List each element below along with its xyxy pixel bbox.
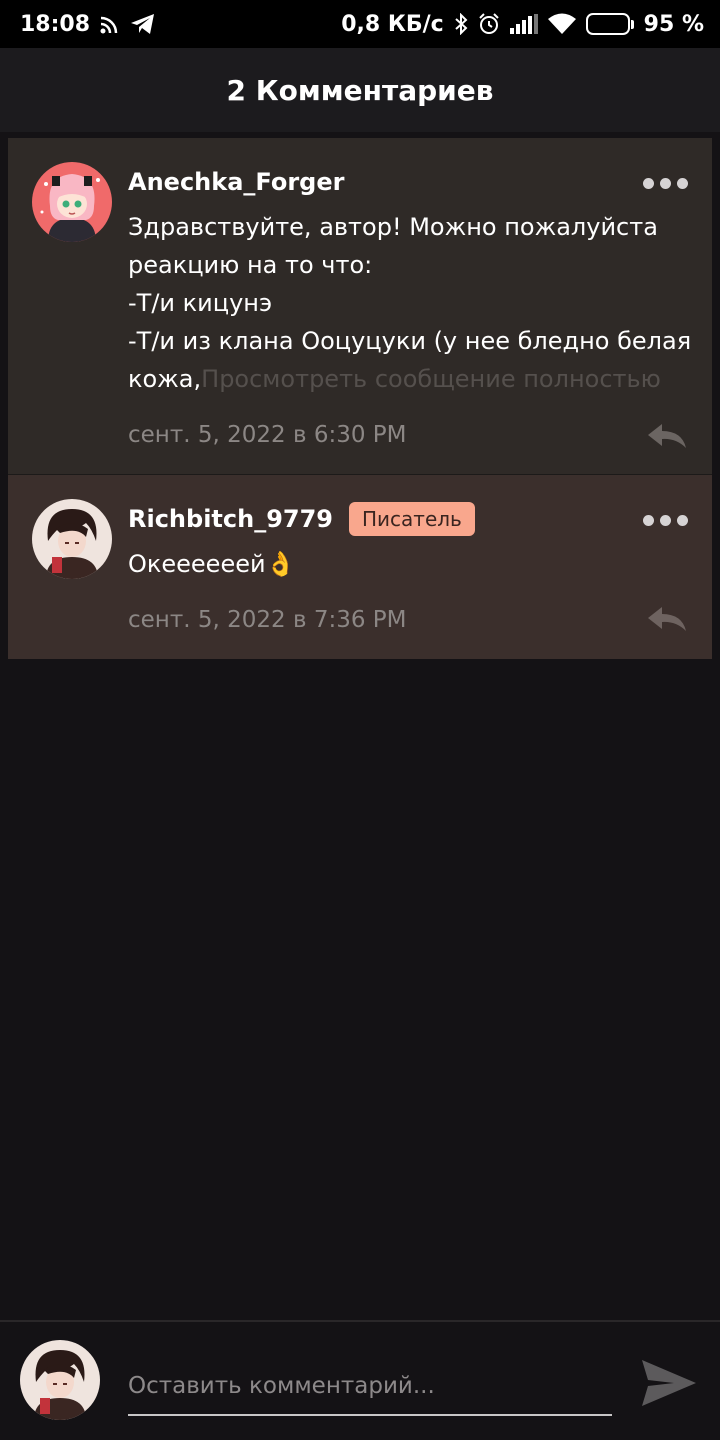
avatar [20, 1340, 100, 1420]
wifi-icon [547, 13, 576, 35]
comment-text: Здравствуйте, автор! Можно пожалуйста ре… [128, 208, 698, 398]
battery-icon [585, 13, 634, 35]
comment-composer [0, 1320, 720, 1440]
comment-timestamp: сент. 5, 2022 в 7:36 PM [128, 607, 407, 633]
comment-input[interactable] [128, 1360, 612, 1412]
more-options-icon[interactable] [643, 178, 688, 189]
comment-line: -Т/и из клана Ооцуцуки (у нее бледно бел… [128, 322, 698, 398]
comment-line: Здравствуйте, автор! Можно пожалуйста ре… [128, 213, 658, 279]
cast-icon [100, 14, 120, 34]
status-bar: 18:08 0,8 КБ/с 95 % [0, 0, 720, 48]
comment-username[interactable]: Anechka_Forger [128, 168, 344, 196]
comment-username[interactable]: Richbitch_9779 [128, 505, 333, 533]
bluetooth-icon [454, 13, 468, 35]
comments-header: 2 Комментариев [0, 48, 720, 132]
writer-badge: Писатель [349, 502, 475, 536]
comment-line: -Т/и кицунэ [128, 289, 273, 317]
alarm-icon [478, 13, 500, 35]
avatar[interactable] [32, 162, 112, 242]
comment-text: Океееееей👌 [128, 550, 296, 578]
comment-item[interactable]: Anechka_Forger Здравствуйте, автор! Можн… [8, 138, 712, 475]
battery-percent: 95 % [643, 11, 704, 37]
more-options-icon[interactable] [643, 515, 688, 526]
page-title: 2 Комментариев [226, 73, 494, 107]
network-speed: 0,8 КБ/с [341, 11, 444, 37]
telegram-icon [130, 13, 156, 35]
comment-list: Anechka_Forger Здравствуйте, автор! Можн… [8, 138, 712, 659]
comment-timestamp: сент. 5, 2022 в 6:30 PM [128, 422, 407, 448]
reply-icon[interactable] [646, 422, 688, 454]
avatar[interactable] [32, 499, 112, 579]
send-icon[interactable] [640, 1358, 698, 1412]
status-time: 18:08 [20, 11, 91, 37]
signal-icon [509, 14, 538, 34]
view-full-message-link[interactable]: Просмотреть сообщение полностью [201, 365, 661, 393]
comment-item[interactable]: Richbitch_9779 Писатель Океееееей👌 сент.… [8, 475, 712, 659]
comment-input-wrapper [128, 1360, 612, 1416]
reply-icon[interactable] [646, 605, 688, 637]
